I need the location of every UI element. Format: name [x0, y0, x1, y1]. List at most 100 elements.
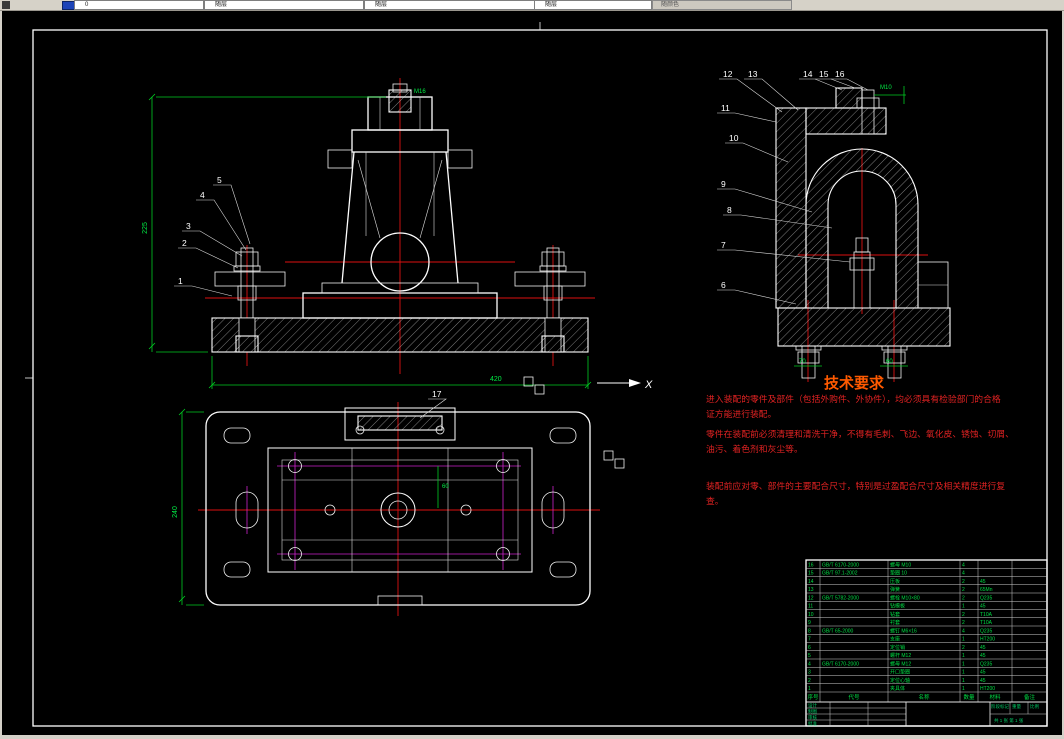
balloon-2: 2 [182, 238, 187, 248]
bom-cell: 支座 [890, 636, 900, 643]
titleblock-label: 批准 [808, 720, 817, 727]
bom-cell: Q235 [980, 661, 992, 667]
bom-cell: 11 [808, 604, 813, 610]
bom-cell: 14 [808, 579, 814, 585]
bom-cell: 螺母 M10 [890, 561, 911, 568]
technical-requirements: 技术要求 进入装配的零件及部件（包括外购件、外协件），均必须具有检验部门的合格 … [706, 374, 1014, 506]
tech-line: 零件在装配前必须清理和清洗干净，不得有毛刺、飞边、氧化皮、锈蚀、切屑、 [706, 428, 1014, 439]
front-view [205, 78, 595, 374]
bom-header: 代号 [848, 693, 860, 701]
bom-cell: 45 [980, 579, 986, 585]
dim-side-bolt-right: 60 [886, 359, 893, 365]
bom-cell: T10A [980, 620, 993, 626]
tech-requirements-title: 技术要求 [824, 374, 885, 392]
bom-cell: HT200 [980, 686, 995, 692]
bom-header: 数量 [963, 693, 975, 701]
dim-front-height: 225 [142, 222, 149, 234]
bom-cell: 衬套 [890, 619, 900, 626]
bom-cell: 螺栓 M10×80 [890, 594, 920, 601]
x-axis-indicator: X [597, 379, 653, 391]
bom-header: 序号 [807, 693, 819, 701]
plan-view-dimensions: 240 60 [172, 408, 449, 606]
color-combo[interactable]: 随层 [204, 0, 364, 10]
bom-cell: 4 [962, 571, 965, 577]
bom-cell: GB/T 5782-2000 [822, 595, 859, 601]
side-base-section [777, 307, 951, 347]
bom-cell: GB/T 97.1-2002 [822, 571, 858, 577]
balloon-15: 15 [819, 69, 829, 79]
drawing-canvas[interactable]: 225 420 M16 1 2 3 4 5 M10 70 60 12 13 14… [0, 10, 1064, 739]
lineweight-combo[interactable]: 随层 [534, 0, 652, 10]
dim-front-thread: M16 [414, 89, 426, 95]
bom-cell: HT200 [980, 637, 995, 643]
bom-cell: 4 [962, 562, 965, 568]
bom-cell: 45 [980, 670, 986, 676]
bom-cell: Q235 [980, 595, 992, 601]
balloon-16: 16 [835, 69, 845, 79]
bom-cell: 弹簧 [890, 586, 900, 593]
bom-cell: 螺母 M12 [890, 660, 911, 667]
layer-combo[interactable]: 0 [74, 0, 204, 10]
bom-cell: 开口垫圈 [890, 669, 910, 676]
tech-line: 油污、着色剂和灰尘等。 [706, 443, 803, 454]
bom-cell: 2 [962, 587, 965, 593]
bom-cell: 3 [808, 670, 811, 676]
balloon-6: 6 [721, 280, 726, 290]
tech-line: 装配前应对零、部件的主要配合尺寸，特别是过盈配合尺寸及相关精度进行复 [706, 480, 1005, 491]
balloon-12: 12 [723, 69, 733, 79]
bom-cell: 4 [962, 628, 965, 634]
bom-cell: 1 [962, 637, 965, 643]
balloon-7: 7 [721, 240, 726, 250]
side-column-section [775, 107, 807, 309]
app-icon[interactable] [2, 1, 10, 9]
bom-cell: 45 [980, 678, 986, 684]
bom-cell: 垫圈 10 [890, 570, 907, 577]
balloon-11: 11 [721, 103, 730, 113]
dim-front-width: 420 [490, 376, 502, 383]
bom-cell: 9 [808, 620, 811, 626]
bom-cell: 13 [808, 587, 814, 593]
balloon-10: 10 [729, 133, 739, 143]
bom-cell: 钻模板 [890, 603, 905, 610]
base-plate-section [211, 317, 589, 353]
weight-label: 重量 [1012, 703, 1021, 710]
bom-cell: 2 [962, 595, 965, 601]
bom-cell: 12 [808, 595, 814, 601]
balloon-13: 13 [748, 69, 758, 79]
bom-cell: 2 [808, 678, 811, 684]
bom-cell: 2 [962, 612, 965, 618]
balloon-1: 1 [178, 276, 183, 286]
bom-cell: 1 [962, 678, 965, 684]
bom-cell: 8 [808, 628, 811, 634]
bom-header: 备注 [1024, 693, 1036, 701]
balloon-14: 14 [803, 69, 813, 79]
bom-cell: 1 [962, 686, 965, 692]
balloon-9: 9 [721, 179, 726, 189]
side-view [775, 87, 951, 382]
x-axis-label: X [644, 379, 653, 391]
bom-table: 16 GB/T 6170-2000 螺母 M10 415 GB/T 97.1-2002 垫… [805, 559, 1048, 727]
bom-cell: 钻套 [890, 611, 900, 618]
bom-cell: 65Mn [980, 587, 993, 593]
dim-plan-center: 60 [442, 484, 449, 490]
bom-cell: Q235 [980, 628, 992, 634]
sheet-info: 共 1 张 第 1 张 [994, 717, 1024, 724]
balloon-5: 5 [217, 175, 222, 185]
tech-line: 证方能进行装配。 [706, 408, 776, 419]
bom-cell: 1 [808, 686, 811, 692]
plan-view [198, 402, 600, 616]
titleblock-label: 设计 [808, 702, 817, 709]
bom-cell: 夹具体 [890, 685, 905, 692]
bom-cell: 压板 [890, 578, 900, 585]
section-marks [523, 376, 625, 469]
title-block: 设计 制图 审核 批准 阶段标记 重量 比例 共 1 张 第 1 张 [806, 701, 1047, 727]
scale-label: 比例 [1030, 703, 1039, 710]
tech-line: 查。 [706, 495, 724, 506]
titleblock-label: 制图 [808, 708, 817, 715]
dim-plan-height: 240 [172, 506, 179, 518]
bom-cell: 1 [962, 670, 965, 676]
bom-cell: GB/T 6170-2000 [822, 562, 859, 568]
bom-cell: 6 [808, 645, 811, 651]
bom-cell: 2 [962, 620, 965, 626]
linetype-combo[interactable]: 随层 [364, 0, 536, 10]
